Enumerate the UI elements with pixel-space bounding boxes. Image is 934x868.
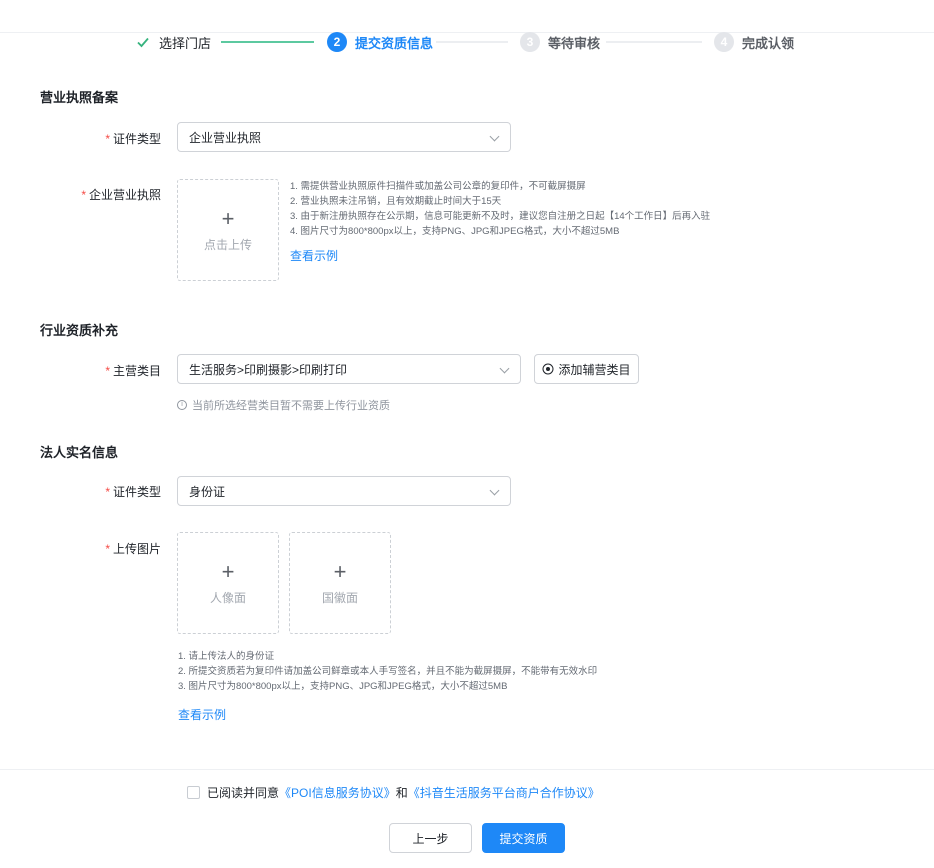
tip-line: 3. 由于新注册执照存在公示期，信息可能更新不及时，建议您自注册之日起【14个工…	[290, 211, 711, 222]
agreement-conjunction: 和	[395, 786, 408, 800]
id-emblem-upload[interactable]: + 国徽面	[289, 532, 391, 634]
plus-icon: +	[221, 559, 235, 584]
check-icon	[135, 34, 151, 50]
add-secondary-category-button[interactable]: 添加辅营类目	[534, 354, 639, 384]
step-number: 3	[520, 32, 540, 52]
upload-image-label: * 上传图片	[105, 542, 161, 556]
chevron-down-icon	[489, 131, 500, 142]
tip-line: 2. 所提交资质若为复印件请加盖公司鲜章或本人手写签名，并且不能为截屏摄屏，不能…	[178, 666, 598, 677]
section-title-legal-person: 法人实名信息	[40, 445, 119, 460]
step-label: 选择门店	[159, 35, 212, 51]
step-label: 提交资质信息	[355, 35, 434, 51]
cert-type-value: 企业营业执照	[189, 130, 262, 145]
step-select-store: 选择门店	[135, 32, 211, 52]
main-category-value: 生活服务>印刷摄影>印刷打印	[189, 362, 348, 377]
chevron-down-icon	[489, 485, 500, 496]
step-wait-review: 3 等待审核	[520, 32, 600, 52]
upload-text: 人像面	[209, 591, 246, 605]
agreement-text: 已阅读并同意《POI信息服务协议》和《抖音生活服务平台商户合作协议》	[207, 784, 600, 801]
plus-icon: +	[333, 559, 347, 584]
id-type-value: 身份证	[189, 484, 226, 499]
tip-line: 3. 图片尺寸为800*800px以上，支持PNG、JPG和JPEG格式，大小不…	[178, 681, 508, 692]
id-type-select[interactable]: 身份证	[177, 476, 511, 506]
upload-text: 国徽面	[321, 591, 358, 605]
submit-qualification-button[interactable]: 提交资质	[482, 823, 565, 853]
step-connector	[606, 41, 702, 43]
section-title-business-license: 营业执照备案	[40, 90, 119, 105]
step-label: 完成认领	[742, 35, 795, 51]
main-category-label: * 主营类目	[105, 364, 161, 378]
step-connector	[436, 41, 508, 43]
step-connector-done	[221, 41, 314, 43]
id-portrait-upload[interactable]: + 人像面	[177, 532, 279, 634]
cert-type-label: * 证件类型	[105, 132, 161, 146]
license-tips: 1. 需提供营业执照原件扫描件或加盖公司公章的复印件，不可截屏摄屏 2. 营业执…	[290, 179, 710, 239]
plus-icon: +	[221, 206, 235, 231]
industry-hint-text: 当前所选经营类目暂不需要上传行业资质	[192, 400, 390, 412]
cert-type-select[interactable]: 企业营业执照	[177, 122, 511, 152]
tip-line: 1. 请上传法人的身份证	[178, 651, 275, 662]
agreement-checkbox[interactable]	[187, 786, 200, 799]
step-submit-qualification: 2 提交资质信息	[327, 32, 433, 52]
id-tips: 1. 请上传法人的身份证 2. 所提交资质若为复印件请加盖公司鲜章或本人手写签名…	[178, 649, 597, 694]
poi-agreement-link[interactable]: 《POI信息服务协议》	[279, 786, 396, 800]
step-label: 等待审核	[548, 35, 601, 51]
chevron-down-icon	[499, 363, 510, 374]
merchant-agreement-link[interactable]: 《抖音生活服务平台商户合作协议》	[408, 786, 600, 800]
business-license-label: * 企业营业执照	[81, 188, 161, 202]
prev-step-button[interactable]: 上一步	[389, 823, 472, 853]
agreement-prefix: 已阅读并同意	[207, 786, 280, 800]
section-title-industry: 行业资质补充	[40, 323, 119, 338]
tip-line: 1. 需提供营业执照原件扫描件或加盖公司公章的复印件，不可截屏摄屏	[290, 181, 586, 192]
main-category-select[interactable]: 生活服务>印刷摄影>印刷打印	[177, 354, 521, 384]
step-number: 4	[714, 32, 734, 52]
view-example-link[interactable]: 查看示例	[290, 247, 338, 264]
tip-line: 4. 图片尺寸为800*800px以上，支持PNG、JPG和JPEG格式，大小不…	[290, 226, 620, 237]
view-example-link[interactable]: 查看示例	[178, 706, 226, 723]
add-circle-icon	[542, 363, 554, 375]
info-icon: i	[177, 400, 187, 410]
industry-hint: i 当前所选经营类目暂不需要上传行业资质	[177, 397, 390, 413]
business-license-upload[interactable]: + 点击上传	[177, 179, 279, 281]
upload-text: 点击上传	[203, 238, 252, 252]
step-complete-claim: 4 完成认领	[714, 32, 794, 52]
id-type-label: * 证件类型	[105, 485, 161, 499]
tip-line: 2. 营业执照未注吊销，且有效期截止时间大于15天	[290, 196, 502, 207]
add-secondary-category-label: 添加辅营类目	[558, 362, 631, 377]
footer-divider	[0, 769, 934, 770]
step-number: 2	[327, 32, 347, 52]
